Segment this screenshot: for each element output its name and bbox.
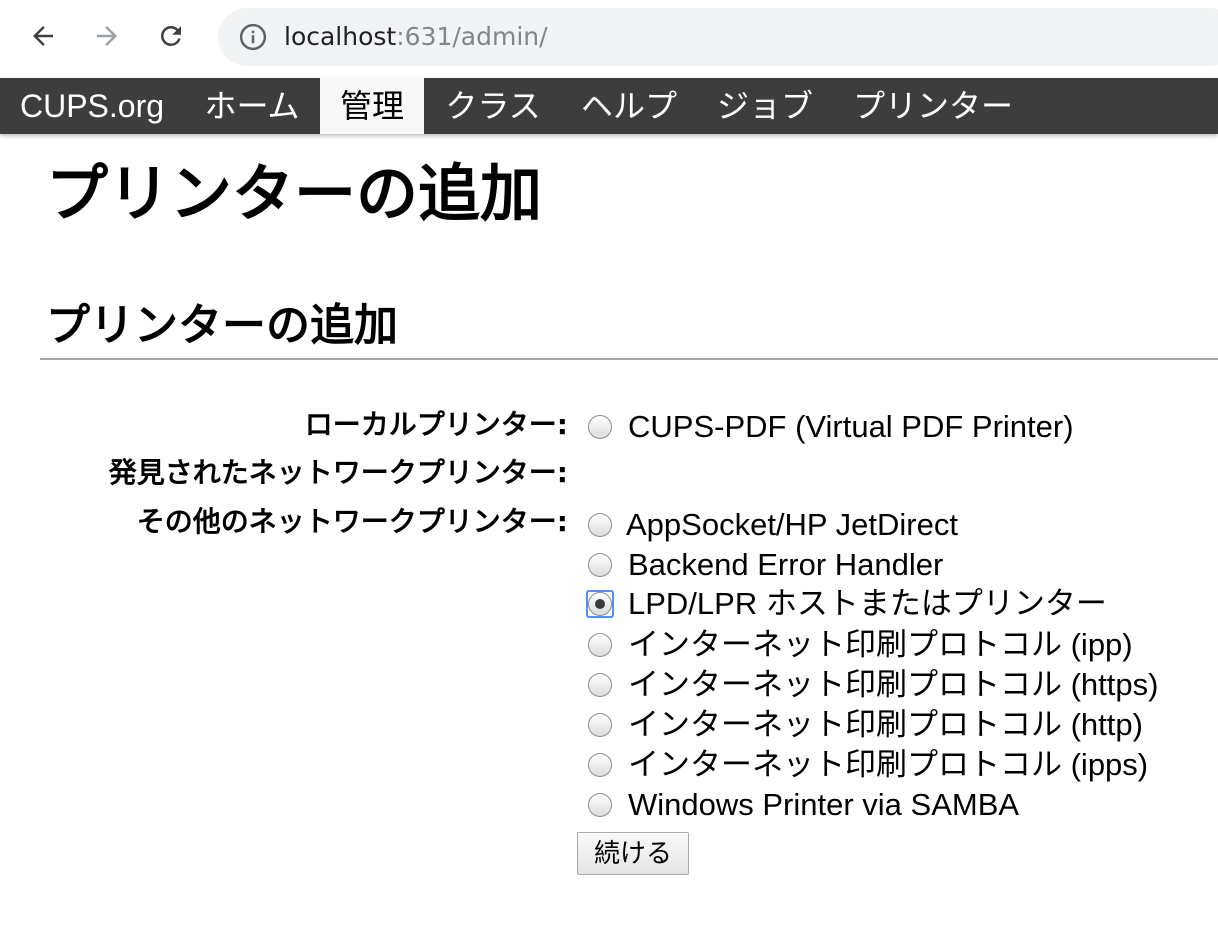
radio-wrap-focused — [586, 590, 614, 618]
arrow-right-icon — [97, 26, 117, 46]
cups-navigation-bar: CUPS.org ホーム 管理 クラス ヘルプ ジョブ プリンター — [0, 78, 1218, 134]
option-http[interactable]: インターネット印刷プロトコル (http) — [586, 705, 1143, 745]
option-label: インターネット印刷プロトコル (https) — [628, 667, 1159, 702]
radio-wrap — [586, 413, 614, 441]
option-cups-pdf[interactable]: CUPS-PDF (Virtual PDF Printer) — [586, 407, 1074, 447]
nav-item-jobs[interactable]: ジョブ — [698, 78, 832, 134]
page-title: プリンターの追加 — [46, 157, 543, 230]
nav-item-cups-org[interactable]: CUPS.org — [0, 78, 184, 134]
radio-wrap — [586, 671, 614, 699]
radio-wrap — [586, 511, 614, 539]
nav-item-admin[interactable]: 管理 — [320, 78, 424, 134]
radio-wrap — [586, 551, 614, 579]
info-icon[interactable] — [238, 22, 268, 52]
forward-button[interactable] — [87, 16, 127, 56]
option-https[interactable]: インターネット印刷プロトコル (https) — [586, 665, 1158, 705]
option-label: Backend Error Handler — [628, 547, 944, 582]
arrow-left-icon — [33, 26, 53, 46]
section-divider — [40, 358, 1218, 360]
option-ipps[interactable]: インターネット印刷プロトコル (ipps) — [586, 745, 1148, 785]
option-label: インターネット印刷プロトコル (http) — [628, 707, 1143, 742]
option-label: インターネット印刷プロトコル (ipp) — [628, 627, 1133, 662]
option-appsocket[interactable]: AppSocket/HP JetDirect — [586, 505, 958, 545]
option-ipp[interactable]: インターネット印刷プロトコル (ipp) — [586, 625, 1133, 665]
nav-item-classes[interactable]: クラス — [426, 78, 560, 134]
radio-button[interactable] — [588, 713, 612, 737]
option-label: AppSocket/HP JetDirect — [626, 507, 958, 542]
url-host: localhost — [284, 22, 397, 51]
radio-button[interactable] — [588, 793, 612, 817]
option-lpd-lpr[interactable]: LPD/LPR ホストまたはプリンター — [586, 584, 1107, 624]
radio-wrap — [586, 711, 614, 739]
nav-item-home[interactable]: ホーム — [186, 78, 318, 134]
continue-button[interactable]: 続ける — [577, 832, 689, 875]
nav-item-help[interactable]: ヘルプ — [562, 78, 696, 134]
option-label: インターネット印刷プロトコル (ipps) — [628, 747, 1149, 782]
radio-button[interactable] — [588, 673, 612, 697]
radio-wrap — [586, 791, 614, 819]
radio-wrap — [586, 751, 614, 779]
radio-button[interactable] — [588, 633, 612, 657]
radio-button[interactable] — [588, 513, 612, 537]
other-printers-label: その他のネットワークプリンター: — [136, 505, 568, 538]
address-bar[interactable]: localhost:631/admin/ — [218, 8, 1218, 66]
radio-button[interactable] — [588, 415, 612, 439]
option-label: LPD/LPR ホストまたはプリンター — [628, 586, 1107, 621]
reload-icon — [160, 25, 181, 46]
radio-button[interactable] — [588, 553, 612, 577]
browser-toolbar: localhost:631/admin/ — [0, 0, 1218, 78]
url-text: localhost:631/admin/ — [284, 20, 548, 54]
back-button[interactable] — [23, 16, 63, 56]
option-samba[interactable]: Windows Printer via SAMBA — [586, 785, 1019, 825]
option-label: CUPS-PDF (Virtual PDF Printer) — [628, 409, 1074, 444]
radio-button-checked[interactable] — [588, 592, 612, 616]
local-printers-label: ローカルプリンター: — [304, 408, 568, 441]
radio-button[interactable] — [588, 753, 612, 777]
option-label: Windows Printer via SAMBA — [628, 787, 1020, 822]
radio-wrap — [586, 631, 614, 659]
section-title: プリンターの追加 — [46, 300, 398, 351]
reload-button[interactable] — [151, 16, 191, 56]
nav-item-printers[interactable]: プリンター — [834, 78, 1032, 134]
option-backend-error-handler[interactable]: Backend Error Handler — [586, 545, 943, 585]
discovered-printers-label: 発見されたネットワークプリンター: — [108, 456, 568, 489]
url-path: :631/admin/ — [396, 22, 548, 51]
